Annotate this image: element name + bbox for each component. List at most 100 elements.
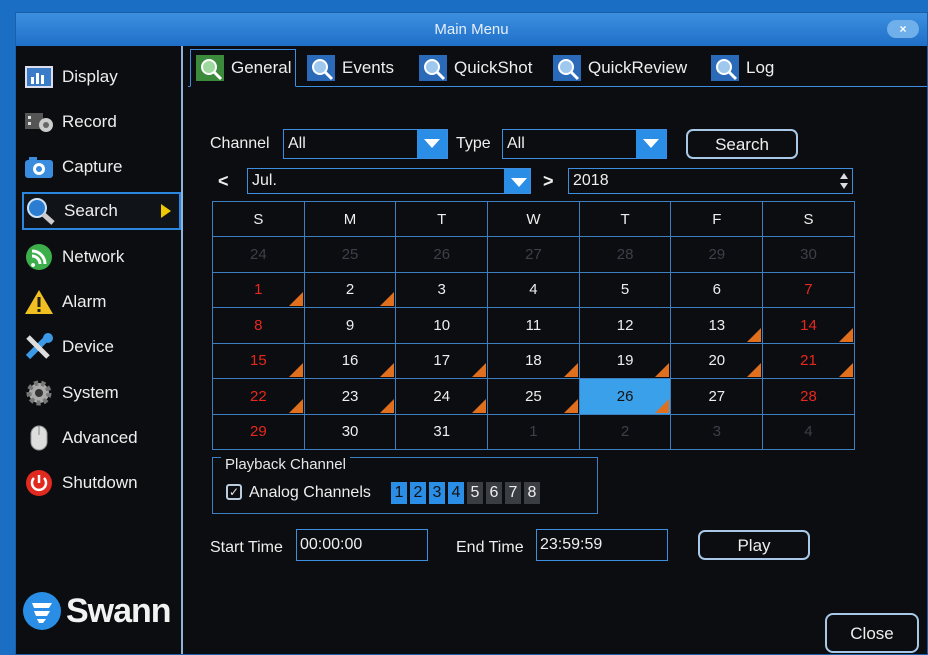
chevron-down-icon[interactable] bbox=[636, 130, 666, 158]
month-value: Jul. bbox=[252, 172, 277, 189]
chevron-down-icon[interactable] bbox=[417, 130, 447, 158]
type-select[interactable]: All bbox=[502, 129, 667, 159]
calendar-day[interactable]: 24 bbox=[395, 378, 489, 415]
tab-quickreview[interactable]: QuickReview bbox=[552, 49, 687, 87]
network-icon bbox=[24, 242, 54, 272]
channel-1-toggle[interactable]: 1 bbox=[391, 482, 407, 504]
sidebar-item-label: Search bbox=[64, 201, 118, 220]
sidebar-item-label: Record bbox=[62, 112, 117, 131]
play-button[interactable]: Play bbox=[698, 530, 810, 560]
calendar-day[interactable]: 14 bbox=[762, 307, 855, 344]
calendar-day[interactable]: 25 bbox=[487, 378, 580, 415]
sidebar-item-search[interactable]: Search bbox=[22, 192, 181, 230]
channel-2-toggle[interactable]: 2 bbox=[410, 482, 426, 504]
channel-4-toggle[interactable]: 4 bbox=[448, 482, 464, 504]
channel-6-toggle[interactable]: 6 bbox=[486, 482, 502, 504]
calendar-week-row: 15 16 17 18 19 20 21 bbox=[212, 342, 855, 379]
tab-label: Events bbox=[342, 58, 394, 77]
tab-general[interactable]: General bbox=[190, 49, 297, 87]
channel-select[interactable]: All bbox=[283, 129, 448, 159]
sidebar-item-record[interactable]: Record bbox=[22, 103, 181, 141]
calendar-day[interactable]: 28 bbox=[762, 378, 855, 415]
weekday-header: M bbox=[303, 201, 397, 237]
search-icon bbox=[26, 196, 56, 226]
calendar-day[interactable]: 12 bbox=[578, 307, 672, 344]
sidebar-item-advanced[interactable]: Advanced bbox=[22, 419, 181, 457]
calendar-day[interactable]: 2 bbox=[303, 271, 397, 308]
calendar-day[interactable]: 5 bbox=[578, 271, 672, 308]
sidebar-item-capture[interactable]: Capture bbox=[22, 148, 181, 186]
calendar-day[interactable]: 11 bbox=[487, 307, 580, 344]
start-time-field[interactable]: 00:00:00 bbox=[296, 529, 428, 561]
analog-channels-checkbox[interactable]: ✓ bbox=[226, 484, 242, 500]
calendar-day[interactable]: 28 bbox=[578, 236, 672, 273]
sidebar-item-device[interactable]: Device bbox=[22, 328, 181, 366]
playback-channel-title: Playback Channel bbox=[221, 456, 350, 473]
chevron-down-icon[interactable] bbox=[504, 169, 530, 193]
calendar-day[interactable]: 6 bbox=[670, 271, 764, 308]
calendar-day[interactable]: 24 bbox=[212, 236, 305, 273]
calendar-day[interactable]: 31 bbox=[395, 413, 489, 450]
month-select[interactable]: Jul. bbox=[247, 168, 531, 194]
end-time-field[interactable]: 23:59:59 bbox=[536, 529, 668, 561]
channel-3-toggle[interactable]: 3 bbox=[429, 482, 445, 504]
end-time-label: End Time bbox=[456, 539, 524, 556]
calendar-day[interactable]: 27 bbox=[487, 236, 580, 273]
calendar-day[interactable]: 9 bbox=[303, 307, 397, 344]
calendar-day[interactable]: 29 bbox=[670, 236, 764, 273]
calendar-day[interactable]: 29 bbox=[212, 413, 305, 450]
calendar-day[interactable]: 10 bbox=[395, 307, 489, 344]
calendar-day[interactable]: 13 bbox=[670, 307, 764, 344]
next-month-button[interactable]: > bbox=[543, 171, 554, 192]
calendar-day[interactable]: 15 bbox=[212, 342, 305, 379]
weekday-header: T bbox=[395, 201, 489, 237]
close-button[interactable]: Close bbox=[825, 613, 919, 653]
tab-log[interactable]: Log bbox=[710, 49, 774, 87]
sidebar-item-shutdown[interactable]: Shutdown bbox=[22, 464, 181, 502]
calendar-day[interactable]: 4 bbox=[487, 271, 580, 308]
calendar-day[interactable]: 23 bbox=[303, 378, 397, 415]
close-icon[interactable]: × bbox=[887, 20, 919, 38]
sidebar-item-display[interactable]: Display bbox=[22, 58, 181, 96]
sidebar-item-network[interactable]: Network bbox=[22, 238, 181, 276]
calendar-day[interactable]: 3 bbox=[395, 271, 489, 308]
calendar-day[interactable]: 20 bbox=[670, 342, 764, 379]
calendar-day[interactable]: 7 bbox=[762, 271, 855, 308]
calendar-day[interactable]: 8 bbox=[212, 307, 305, 344]
sidebar-item-label: Capture bbox=[62, 157, 123, 176]
channel-7-toggle[interactable]: 7 bbox=[505, 482, 521, 504]
calendar-day[interactable]: 30 bbox=[762, 236, 855, 273]
sidebar-item-system[interactable]: System bbox=[22, 374, 181, 412]
calendar-day[interactable]: 1 bbox=[487, 413, 580, 450]
spinner-icon[interactable] bbox=[839, 172, 849, 190]
channel-8-toggle[interactable]: 8 bbox=[524, 482, 540, 504]
channel-5-toggle[interactable]: 5 bbox=[467, 482, 483, 504]
calendar-day[interactable]: 25 bbox=[303, 236, 397, 273]
calendar-day-selected[interactable]: 26 bbox=[578, 378, 672, 415]
tab-label: QuickReview bbox=[588, 58, 688, 77]
calendar-day[interactable]: 2 bbox=[578, 413, 672, 450]
prev-month-button[interactable]: < bbox=[218, 171, 229, 192]
calendar-day[interactable]: 30 bbox=[303, 413, 397, 450]
calendar-day[interactable]: 19 bbox=[578, 342, 672, 379]
year-spinner[interactable]: 2018 bbox=[568, 168, 853, 194]
calendar-day[interactable]: 18 bbox=[487, 342, 580, 379]
calendar-day[interactable]: 3 bbox=[670, 413, 764, 450]
title-bar: Main Menu × bbox=[16, 13, 927, 46]
calendar-day[interactable]: 27 bbox=[670, 378, 764, 415]
calendar-day[interactable]: 16 bbox=[303, 342, 397, 379]
calendar-day[interactable]: 1 bbox=[212, 271, 305, 308]
swann-logo: Swann bbox=[22, 591, 172, 631]
tab-events[interactable]: Events bbox=[306, 49, 394, 87]
calendar-day[interactable]: 17 bbox=[395, 342, 489, 379]
calendar-day[interactable]: 22 bbox=[212, 378, 305, 415]
weekday-header: S bbox=[762, 201, 855, 237]
calendar-day[interactable]: 4 bbox=[762, 413, 855, 450]
sidebar-item-label: Network bbox=[62, 247, 125, 266]
search-button[interactable]: Search bbox=[686, 129, 798, 159]
tab-quickshot[interactable]: QuickShot bbox=[418, 49, 532, 87]
calendar-day[interactable]: 21 bbox=[762, 342, 855, 379]
calendar-day[interactable]: 26 bbox=[395, 236, 489, 273]
sidebar-item-label: System bbox=[62, 383, 119, 402]
sidebar-item-alarm[interactable]: Alarm bbox=[22, 283, 181, 321]
